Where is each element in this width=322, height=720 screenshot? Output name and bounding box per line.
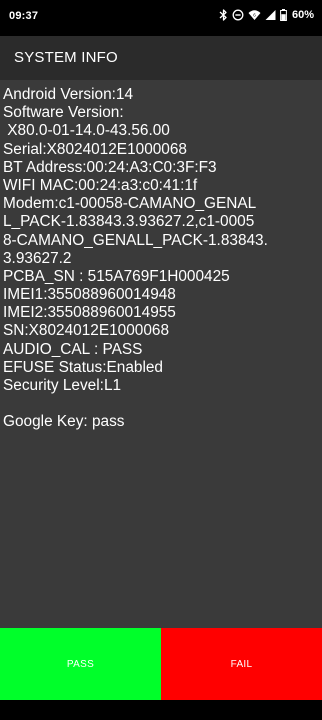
bluetooth-icon — [219, 9, 228, 21]
status-time: 09:37 — [9, 10, 39, 22]
info-line: Serial:X8024012E1000068 — [3, 140, 187, 158]
info-line: L_PACK-1.83843.3.93627.2,c1-0005 — [3, 213, 255, 231]
app-bar: SYSTEM INFO — [0, 36, 322, 80]
info-line: Modem:c1-00058-CAMANO_GENAL — [3, 195, 257, 213]
info-line: AUDIO_CAL : PASS — [3, 340, 143, 358]
info-line: X80.0-01-14.0-43.56.00 — [3, 122, 170, 140]
info-line: SN:X8024012E1000068 — [3, 322, 170, 340]
info-line: IMEI1:355088960014948 — [3, 286, 176, 304]
info-line: 8-CAMANO_GENALL_PACK-1.83843. — [3, 231, 268, 249]
info-line: WIFI MAC:00:24:a3:c0:41:1f — [3, 176, 198, 194]
status-icons: 6 60% — [219, 9, 314, 21]
info-line: BT Address:00:24:A3:C0:3F:F3 — [3, 158, 217, 176]
result-buttons: PASS FAIL — [0, 628, 322, 700]
system-info-list: Android Version:14 Software Version: X80.… — [3, 86, 321, 432]
pass-button[interactable]: PASS — [0, 628, 161, 700]
battery-icon — [280, 9, 287, 21]
info-line: IMEI2:355088960014955 — [3, 304, 176, 322]
info-line: EFUSE Status:Enabled — [3, 358, 163, 376]
wifi-icon: 6 — [248, 9, 261, 21]
info-line: Software Version: — [3, 104, 124, 122]
info-line: 3.93627.2 — [3, 249, 72, 267]
page-title: SYSTEM INFO — [14, 49, 118, 66]
battery-percent: 60% — [291, 9, 314, 21]
signal-icon — [265, 9, 276, 21]
info-line: Android Version:14 — [3, 86, 134, 103]
info-line: Security Level:L1 — [3, 377, 122, 394]
do-not-disturb-icon — [232, 9, 244, 21]
info-line: PCBA_SN : 515A769F1H000425 — [3, 267, 230, 285]
info-line: Google Key: pass — [3, 413, 125, 431]
system-info-panel: Android Version:14 Software Version: X80.… — [0, 80, 322, 628]
status-bar: 09:37 6 60% — [0, 0, 322, 36]
pass-button-label: PASS — [66, 658, 95, 670]
navigation-bar — [0, 700, 322, 720]
fail-button-label: FAIL — [230, 658, 253, 670]
fail-button[interactable]: FAIL — [161, 628, 322, 700]
